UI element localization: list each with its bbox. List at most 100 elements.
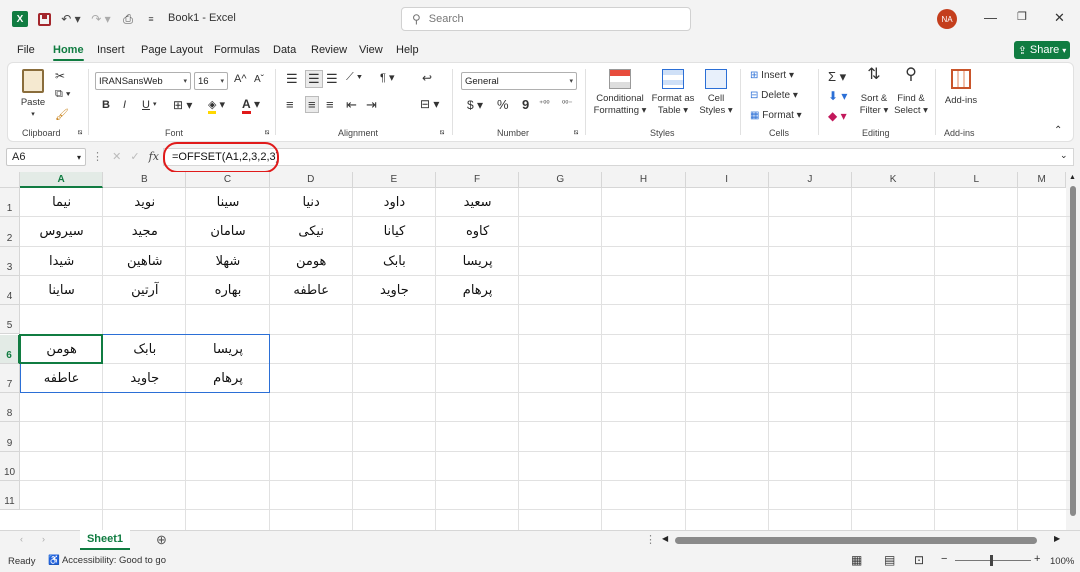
bottom-align-icon[interactable]: ☰ (326, 71, 338, 87)
decrease-indent-icon[interactable]: ⇤ (346, 97, 357, 113)
tab-page-layout[interactable]: Page Layout (141, 44, 203, 56)
tab-review[interactable]: Review (311, 44, 347, 56)
format-painter-icon[interactable]: 🖌 (55, 108, 69, 121)
paste-button[interactable]: Paste ▾ (16, 69, 50, 121)
cut-icon[interactable]: ✂ (55, 69, 65, 83)
font-color-icon[interactable]: A ▾ (242, 97, 260, 114)
next-sheet-icon[interactable]: › (42, 534, 45, 544)
horizontal-scroll-thumb[interactable] (675, 537, 1037, 544)
shrink-font-button[interactable]: Aˇ (254, 74, 264, 85)
cell[interactable]: شاهین (103, 247, 186, 276)
cell[interactable]: دنیا (270, 188, 353, 217)
comma-button[interactable]: 9 (522, 97, 529, 112)
tab-insert[interactable]: Insert (97, 44, 125, 56)
column-header[interactable]: J (768, 172, 852, 188)
scroll-right-icon[interactable]: ▶ (1054, 534, 1060, 543)
cell[interactable]: کیانا (353, 217, 436, 246)
sheet-tab-sheet1[interactable]: Sheet1 (80, 530, 130, 550)
underline-dropdown-icon[interactable]: ▾ (153, 100, 157, 108)
undo-icon[interactable]: ↶ ▾ (60, 11, 82, 27)
cell[interactable]: پرهام (436, 276, 519, 305)
row-header[interactable]: 5 (0, 305, 20, 335)
merge-center-icon[interactable]: ⊟ ▾ (420, 97, 439, 111)
row-header[interactable]: 10 (0, 451, 20, 481)
tab-home[interactable]: Home (53, 44, 84, 61)
sort-filter-button[interactable]: ⇅ Sort & Filter ▾ (856, 67, 892, 117)
grow-font-button[interactable]: A^ (234, 73, 247, 85)
wrap-text-icon[interactable]: ↩ (422, 71, 432, 85)
tab-view[interactable]: View (359, 44, 383, 56)
insert-cells-button[interactable]: ⊞ Insert ▾ (750, 70, 794, 81)
row-header[interactable]: 11 (0, 481, 20, 511)
fill-color-icon[interactable]: ◈ ▾ (208, 98, 225, 114)
find-select-button[interactable]: ⚲ Find & Select ▾ (893, 67, 929, 117)
print-icon[interactable]: ⎙ (120, 11, 136, 27)
column-header[interactable]: I (685, 172, 769, 188)
align-left-icon[interactable]: ≡ (286, 97, 294, 112)
maximize-button[interactable]: ❐ (1017, 10, 1027, 23)
cell[interactable]: آرتین (103, 276, 186, 305)
row-header[interactable]: 9 (0, 422, 20, 452)
add-ins-button[interactable]: Add-ins (942, 69, 980, 107)
copy-icon[interactable]: ⧉ ▾ (55, 88, 71, 101)
middle-align-icon[interactable]: ☰ (305, 70, 323, 88)
font-size-select[interactable]: 16 ▾ (194, 72, 228, 90)
zoom-slider[interactable] (955, 560, 1031, 561)
tab-data[interactable]: Data (273, 44, 296, 56)
rtl-icon[interactable]: ¶ ▾ (380, 71, 395, 84)
zoom-out-icon[interactable]: − (941, 553, 947, 565)
increase-indent-icon[interactable]: ⇥ (366, 97, 377, 113)
cell[interactable]: مجید (103, 217, 186, 246)
cell[interactable]: هومن (270, 247, 353, 276)
close-button[interactable]: ✕ (1054, 10, 1065, 26)
row-header[interactable]: 4 (0, 275, 20, 306)
cell[interactable]: شیدا (20, 247, 103, 276)
column-header[interactable]: A (20, 172, 104, 188)
column-header[interactable]: G (519, 172, 603, 188)
tab-formulas[interactable]: Formulas (214, 44, 260, 56)
align-center-icon[interactable]: ≡ (305, 96, 319, 113)
delete-cells-button[interactable]: ⊟ Delete ▾ (750, 90, 798, 101)
dialog-launcher-icon[interactable]: ⧅ (265, 129, 269, 137)
cell[interactable]: نوید (103, 188, 186, 217)
cell[interactable]: عاطفه (270, 276, 353, 305)
cell[interactable]: شهلا (186, 247, 269, 276)
conditional-formatting-button[interactable]: Conditional Formatting ▾ (592, 69, 648, 117)
expand-formula-icon[interactable]: ⌄ (1060, 150, 1068, 161)
decrease-decimal-icon[interactable]: ⁰⁰⁻ (562, 99, 573, 108)
column-header[interactable]: L (935, 172, 1019, 188)
dialog-launcher-icon[interactable]: ⧅ (78, 129, 82, 137)
top-align-icon[interactable]: ☰ (286, 71, 298, 87)
vertical-scroll-thumb[interactable] (1070, 186, 1076, 516)
align-right-icon[interactable]: ≡ (326, 97, 334, 112)
cell[interactable]: سینا (186, 188, 269, 217)
cell[interactable]: نیکی (270, 217, 353, 246)
zoom-level[interactable]: 100% (1050, 556, 1074, 567)
row-header[interactable]: 6 (0, 334, 20, 364)
zoom-in-icon[interactable]: + (1034, 553, 1040, 565)
cell[interactable]: بابک (353, 247, 436, 276)
cancel-icon[interactable]: ✕ (112, 151, 121, 163)
row-header[interactable]: 8 (0, 393, 20, 423)
italic-button[interactable]: I (123, 99, 126, 111)
more-sheets-icon[interactable]: ⋮ (645, 533, 656, 546)
zoom-slider-thumb[interactable] (990, 555, 993, 566)
cell[interactable]: بهاره (186, 276, 269, 305)
cell[interactable]: سعید (436, 188, 519, 217)
cell[interactable]: کاوه (436, 217, 519, 246)
page-layout-view-icon[interactable]: ▤ (884, 553, 895, 567)
column-header[interactable]: F (436, 172, 520, 188)
format-cells-button[interactable]: ▦ Format ▾ (750, 110, 802, 121)
bold-button[interactable]: B (102, 99, 110, 111)
dialog-launcher-icon[interactable]: ⧅ (440, 129, 444, 137)
row-header[interactable]: 2 (0, 217, 20, 247)
orientation-icon[interactable]: ⟋ ▾ (346, 71, 362, 84)
borders-icon[interactable]: ⊞ ▾ (173, 98, 192, 112)
search-box[interactable]: ⚲ Search (401, 7, 691, 31)
column-header[interactable]: B (103, 172, 187, 188)
cell-styles-button[interactable]: Cell Styles ▾ (698, 69, 734, 117)
cell[interactable]: داود (353, 188, 436, 217)
page-break-view-icon[interactable]: ⊡ (914, 553, 924, 567)
minimize-button[interactable]: — (984, 10, 997, 25)
redo-icon[interactable]: ↷ ▾ (90, 11, 112, 27)
